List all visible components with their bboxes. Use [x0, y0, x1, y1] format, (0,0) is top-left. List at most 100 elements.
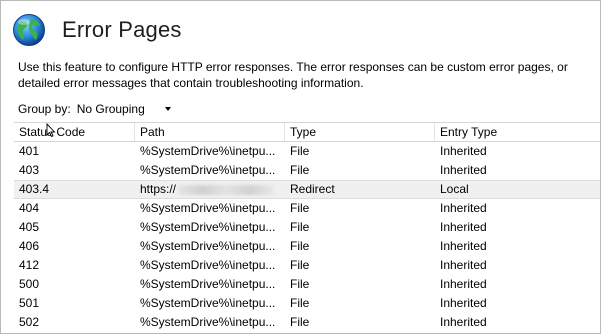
entry-type-cell: Inherited: [435, 199, 600, 218]
path-cell-text: %SystemDrive%\inetpu...: [140, 277, 276, 291]
entry-type-cell-text: Inherited: [440, 296, 487, 310]
type-cell-text: Redirect: [290, 182, 335, 196]
path-cell: %SystemDrive%\inetpu...: [135, 218, 285, 237]
status-code-cell: 403.4: [14, 181, 135, 198]
entry-type-cell-text: Inherited: [440, 163, 487, 177]
table-row[interactable]: 403.4 https:// Redirect Local: [14, 180, 600, 199]
table-row[interactable]: 403 %SystemDrive%\inetpu... File Inherited: [14, 161, 600, 180]
status-code-cell-text: 401: [19, 144, 40, 158]
status-code-cell: 403: [14, 161, 135, 180]
path-cell: %SystemDrive%\inetpu...: [135, 313, 285, 332]
status-code-cell: 404: [14, 199, 135, 218]
error-pages-table: Status Code Path Type Entry Type 401 %Sys…: [14, 122, 600, 332]
entry-type-cell-text: Inherited: [440, 239, 487, 253]
status-code-cell: 502: [14, 313, 135, 332]
path-cell: %SystemDrive%\inetpu...: [135, 256, 285, 275]
table-row[interactable]: 501 %SystemDrive%\inetpu... File Inherited: [14, 294, 600, 313]
path-cell-text: https://: [140, 182, 177, 196]
path-cell: https://: [135, 181, 285, 198]
entry-type-cell-text: Inherited: [440, 144, 487, 158]
type-cell-text: File: [290, 220, 310, 234]
table-row[interactable]: 404 %SystemDrive%\inetpu... File Inherited: [14, 199, 600, 218]
chevron-down-icon: [164, 106, 171, 111]
entry-type-cell: Inherited: [435, 237, 600, 256]
type-cell: File: [285, 313, 435, 332]
entry-type-cell-text: Local: [440, 182, 469, 196]
type-cell: File: [285, 142, 435, 161]
path-cell-text: %SystemDrive%\inetpu...: [140, 144, 276, 158]
type-cell-text: File: [290, 277, 310, 291]
path-cell-text: %SystemDrive%\inetpu...: [140, 258, 276, 272]
type-cell-text: File: [290, 144, 310, 158]
page-title: Error Pages: [62, 17, 182, 42]
status-code-cell: 406: [14, 237, 135, 256]
path-cell-text: %SystemDrive%\inetpu...: [140, 201, 276, 215]
entry-type-cell: Inherited: [435, 218, 600, 237]
entry-type-cell-text: Inherited: [440, 315, 487, 329]
entry-type-cell: Inherited: [435, 294, 600, 313]
status-code-cell-text: 406: [19, 239, 40, 253]
type-cell: File: [285, 275, 435, 294]
type-cell-text: File: [290, 258, 310, 272]
path-cell: %SystemDrive%\inetpu...: [135, 161, 285, 180]
entry-type-cell-text: Inherited: [440, 277, 487, 291]
status-code-cell: 501: [14, 294, 135, 313]
status-code-cell-text: 405: [19, 220, 40, 234]
table-header: Status Code Path Type Entry Type: [14, 122, 600, 142]
group-by-dropdown[interactable]: No Grouping: [76, 100, 189, 119]
column-header-status-code[interactable]: Status Code: [14, 123, 135, 141]
path-cell-text: %SystemDrive%\inetpu...: [140, 163, 276, 177]
table-row[interactable]: 406 %SystemDrive%\inetpu... File Inherited: [14, 237, 600, 256]
table-row[interactable]: 502 %SystemDrive%\inetpu... File Inherited: [14, 313, 600, 332]
entry-type-cell: Local: [435, 181, 600, 198]
group-by-bar: Group by: No Grouping: [18, 100, 189, 119]
status-code-cell-text: 412: [19, 258, 40, 272]
path-cell: %SystemDrive%\inetpu...: [135, 275, 285, 294]
path-cell-text: %SystemDrive%\inetpu...: [140, 315, 276, 329]
type-cell: File: [285, 256, 435, 275]
path-cell: %SystemDrive%\inetpu...: [135, 142, 285, 161]
status-code-cell-text: 501: [19, 296, 40, 310]
type-cell-text: File: [290, 201, 310, 215]
status-code-cell-text: 403.4: [19, 182, 50, 196]
status-code-cell-text: 404: [19, 201, 40, 215]
entry-type-cell: Inherited: [435, 256, 600, 275]
type-cell-text: File: [290, 239, 310, 253]
column-header-path[interactable]: Path: [135, 123, 285, 141]
table-row[interactable]: 405 %SystemDrive%\inetpu... File Inherited: [14, 218, 600, 237]
redacted-url: [178, 184, 275, 195]
type-cell: File: [285, 199, 435, 218]
mouse-cursor-icon: [46, 123, 56, 137]
status-code-cell: 401: [14, 142, 135, 161]
table-body: 401 %SystemDrive%\inetpu... File Inherited 4…: [14, 142, 600, 332]
type-cell-text: File: [290, 315, 310, 329]
path-cell-text: %SystemDrive%\inetpu...: [140, 239, 276, 253]
entry-type-cell: Inherited: [435, 313, 600, 332]
entry-type-cell-text: Inherited: [440, 258, 487, 272]
path-cell: %SystemDrive%\inetpu...: [135, 237, 285, 256]
group-by-label: Group by:: [18, 102, 71, 116]
type-cell: File: [285, 161, 435, 180]
table-row[interactable]: 500 %SystemDrive%\inetpu... File Inherited: [14, 275, 600, 294]
status-code-cell-text: 500: [19, 277, 40, 291]
status-code-cell: 500: [14, 275, 135, 294]
page-description: Use this feature to configure HTTP error…: [18, 60, 568, 90]
column-header-type[interactable]: Type: [285, 123, 435, 141]
column-header-entry-type[interactable]: Entry Type: [435, 123, 600, 141]
entry-type-cell: Inherited: [435, 275, 600, 294]
type-cell-text: File: [290, 163, 310, 177]
status-code-cell: 405: [14, 218, 135, 237]
status-code-cell-text: 502: [19, 315, 40, 329]
page-header: Error Pages: [12, 10, 182, 50]
table-row[interactable]: 401 %SystemDrive%\inetpu... File Inherited: [14, 142, 600, 161]
status-code-cell: 412: [14, 256, 135, 275]
type-cell: File: [285, 237, 435, 256]
table-row[interactable]: 412 %SystemDrive%\inetpu... File Inherited: [14, 256, 600, 275]
path-cell: %SystemDrive%\inetpu...: [135, 199, 285, 218]
status-code-cell-text: 403: [19, 163, 40, 177]
type-cell-text: File: [290, 296, 310, 310]
entry-type-cell-text: Inherited: [440, 201, 487, 215]
group-by-value: No Grouping: [76, 101, 145, 116]
entry-type-cell: Inherited: [435, 142, 600, 161]
entry-type-cell-text: Inherited: [440, 220, 487, 234]
